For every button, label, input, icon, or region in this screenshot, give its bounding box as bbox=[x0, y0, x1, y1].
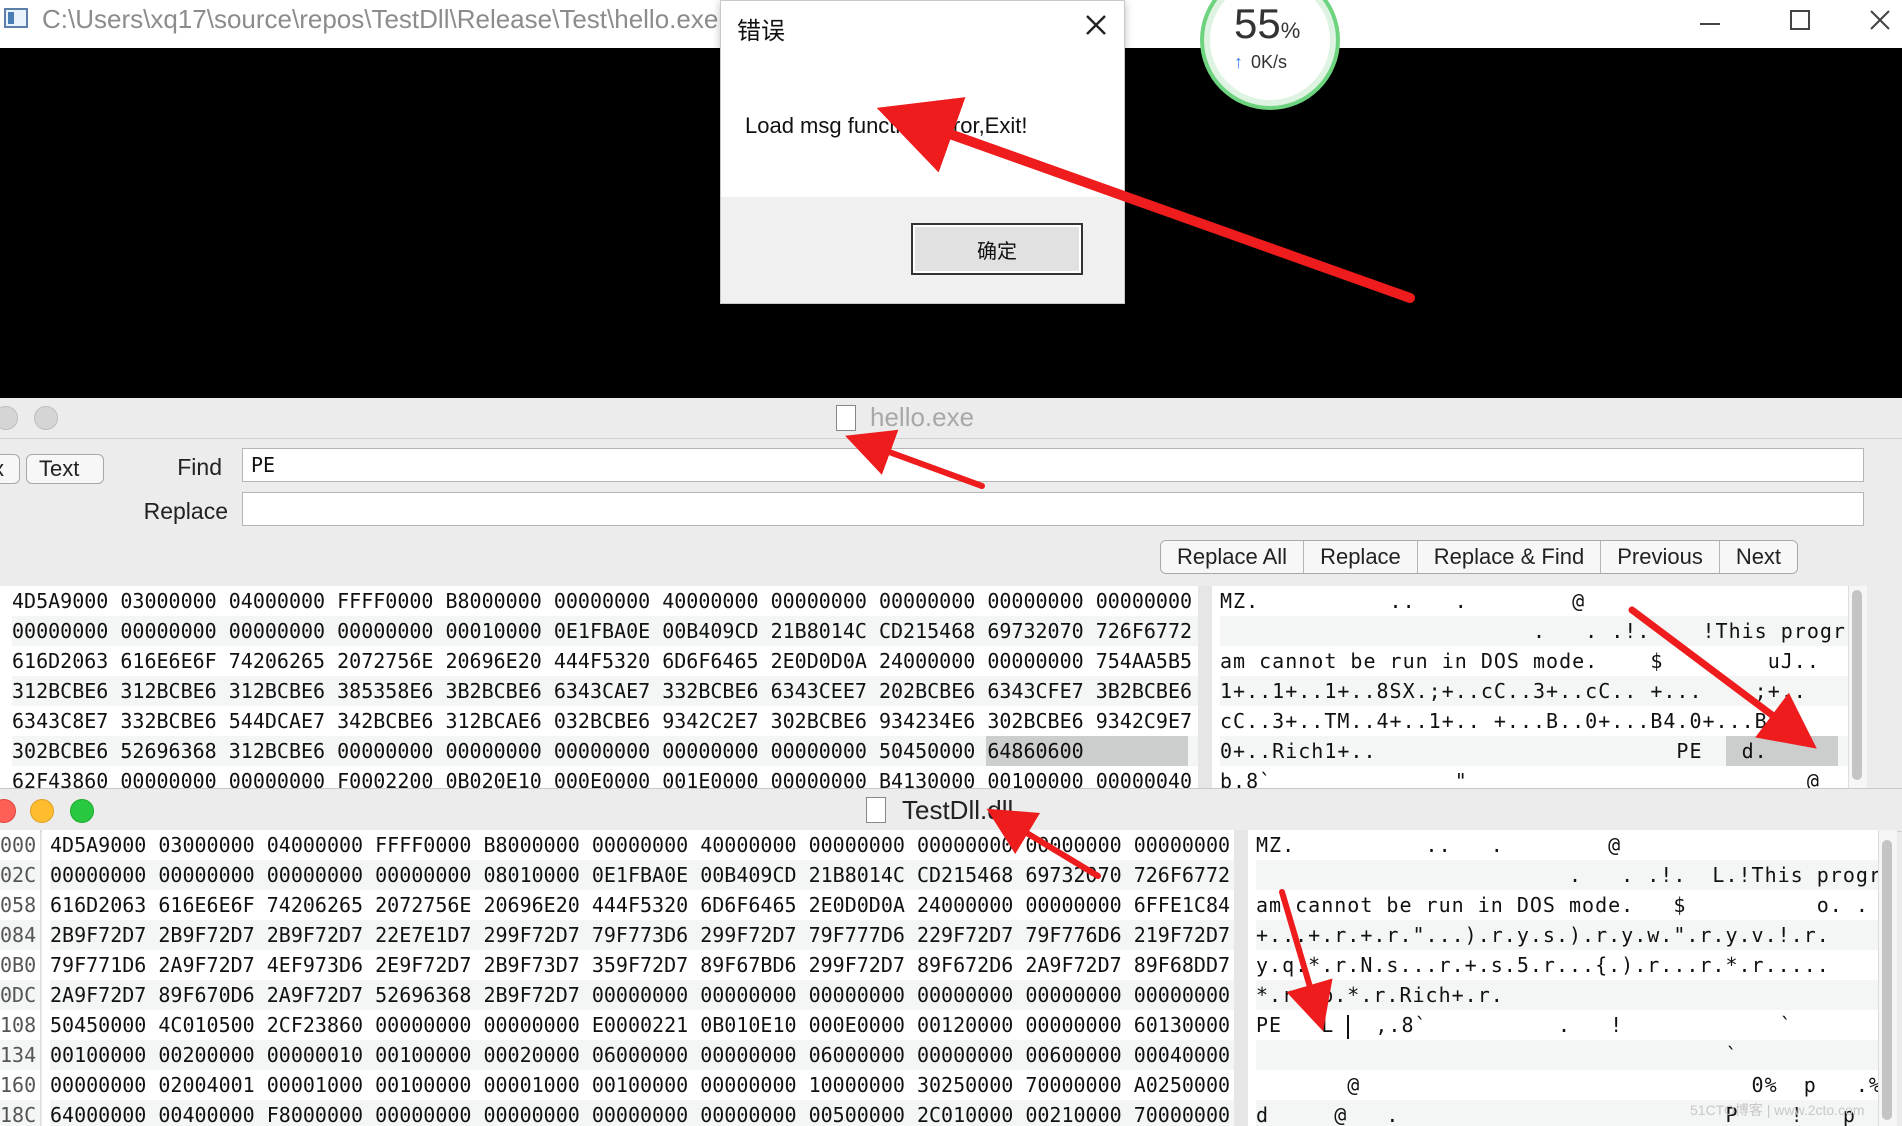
ascii-row: b.8` " @ bbox=[1220, 769, 1820, 788]
pe-match-highlight bbox=[986, 736, 1188, 766]
scroll-thumb[interactable] bbox=[1852, 590, 1862, 780]
offset-label: 134 bbox=[0, 1040, 40, 1070]
testdll-hex-pane[interactable]: 4D5A9000 03000000 04000000 FFFF0000 B800… bbox=[42, 830, 1234, 1126]
offset-label: 0B0 bbox=[0, 953, 37, 977]
ascii-row: @ 0% p .% bbox=[1256, 1073, 1878, 1097]
ascii-row: ` bbox=[1256, 1040, 1878, 1070]
offset-label: 02C bbox=[0, 860, 40, 890]
hex-row: 00000000 02004001 00001000 00100000 0000… bbox=[50, 1073, 1231, 1097]
dialog-close-button[interactable] bbox=[1082, 11, 1110, 39]
ascii-text-before-cursor: PE L bbox=[1256, 1013, 1348, 1037]
pane-divider[interactable] bbox=[1198, 586, 1212, 788]
ascii-row: 1+..1+..1+..8SX.;+..cC..3+..cC.. +... .;… bbox=[1220, 676, 1848, 706]
console-app-icon bbox=[4, 8, 28, 28]
ascii-row: am cannot be run in DOS mode. $ o. . bbox=[1256, 893, 1869, 917]
replace-all-button[interactable]: Replace All bbox=[1161, 541, 1305, 573]
testdll-ascii-pane[interactable]: MZ. .. . @ . . .!. L.!This progr am cann… bbox=[1248, 830, 1878, 1126]
offset-label: 058 bbox=[0, 893, 37, 917]
hex-row: 616D2063 616E6E6F 74206265 2072756E 2069… bbox=[50, 893, 1231, 917]
maximize-button[interactable] bbox=[1760, 0, 1840, 40]
error-dialog: 错误 Load msg function Error,Exit! 确定 bbox=[720, 0, 1125, 304]
traffic-light-close[interactable] bbox=[0, 799, 16, 823]
ascii-row: MZ. .. . @ bbox=[1220, 589, 1586, 613]
traffic-light-zoom[interactable] bbox=[70, 799, 94, 823]
mode-button-text[interactable]: Text bbox=[26, 454, 104, 484]
previous-button[interactable]: Previous bbox=[1601, 541, 1720, 573]
ascii-row: cC..3+..TM..4+..1+.. +...B..0+...B4.0+..… bbox=[1220, 709, 1794, 733]
replace-and-find-button[interactable]: Replace & Find bbox=[1417, 541, 1602, 573]
hex-row: 4D5A9000 03000000 04000000 FFFF0000 B800… bbox=[12, 589, 1193, 613]
offset-label: 18C bbox=[0, 1100, 40, 1126]
ascii-row: MZ. .. . @ bbox=[1256, 833, 1622, 857]
close-icon bbox=[1086, 15, 1106, 35]
ascii-row-cursor: PE L ,.8` . ! ` bbox=[1256, 1010, 1878, 1040]
dialog-title: 错误 bbox=[737, 17, 785, 45]
hello-titlebar: hello.exe bbox=[0, 398, 1902, 439]
hex-row-text: 302BCBE6 52696368 312BCBE6 00000000 0000… bbox=[12, 739, 1084, 763]
ascii-text-after-cursor: ,.8` . ! ` bbox=[1349, 1013, 1793, 1037]
hello-window-title: hello.exe bbox=[870, 402, 975, 432]
speed-percent: 55% bbox=[1234, 0, 1301, 47]
minimize-button[interactable] bbox=[1670, 0, 1750, 40]
pe-ascii-highlight bbox=[1726, 736, 1838, 766]
offset-label: 0DC bbox=[0, 980, 40, 1010]
dialog-footer: 确定 bbox=[721, 197, 1124, 303]
testdll-window-title: TestDll.dll bbox=[902, 795, 1014, 825]
ascii-row: +...+.r.+.r."...).r.y.s.).r.y.w.".r.y.v.… bbox=[1256, 920, 1878, 950]
ascii-row: . . .!. !This progr bbox=[1220, 616, 1848, 646]
upload-arrow-icon: ↑ bbox=[1234, 52, 1243, 72]
testdll-scrollbar[interactable] bbox=[1878, 830, 1897, 1126]
next-button[interactable]: Next bbox=[1719, 541, 1798, 573]
mode-button-hex[interactable]: x bbox=[0, 454, 20, 484]
offset-label: 000 bbox=[0, 833, 37, 857]
find-label: Find bbox=[177, 454, 222, 480]
hello-scrollbar[interactable] bbox=[1848, 586, 1867, 788]
offset-label: 160 bbox=[0, 1073, 37, 1097]
hex-row: 79F771D6 2A9F72D7 4EF973D6 2E9F72D7 2B9F… bbox=[50, 953, 1231, 977]
hex-row: 00000000 00000000 00000000 00000000 0001… bbox=[12, 616, 1198, 646]
offset-column: 000 02C 058 084 0B0 0DC 108 134 160 18C bbox=[0, 830, 41, 1126]
document-icon bbox=[866, 797, 886, 823]
traffic-light-minimize[interactable] bbox=[30, 799, 54, 823]
ok-button[interactable]: 确定 bbox=[911, 223, 1083, 275]
hex-row: 00000000 00000000 00000000 00000000 0801… bbox=[50, 860, 1234, 890]
replace-label: Replace bbox=[143, 498, 228, 524]
ascii-row: am cannot be run in DOS mode. $ uJ.. bbox=[1220, 649, 1820, 673]
hex-row: 62F43860 00000000 00000000 F0002200 0B02… bbox=[12, 769, 1193, 788]
hello-exe-window: hello.exe x Text Find PE Replace Replace… bbox=[0, 398, 1902, 788]
pane-divider[interactable] bbox=[1234, 830, 1248, 1126]
document-icon bbox=[836, 405, 856, 431]
hex-row: 2B9F72D7 2B9F72D7 2B9F72D7 22E7E1D7 299F… bbox=[50, 920, 1234, 950]
minimize-icon bbox=[1700, 23, 1720, 25]
speed-rate: ↑ 0K/s bbox=[1234, 52, 1288, 72]
find-input[interactable]: PE bbox=[242, 448, 1864, 482]
offset-label: 084 bbox=[0, 920, 40, 950]
watermark: 51CTO博客 | www.2cto.com bbox=[1690, 1102, 1865, 1118]
hex-row: 616D2063 616E6E6F 74206265 2072756E 2069… bbox=[12, 649, 1193, 673]
hex-row: 4D5A9000 03000000 04000000 FFFF0000 B800… bbox=[50, 833, 1231, 857]
close-button[interactable] bbox=[1840, 0, 1902, 40]
hex-row: 312BCBE6 312BCBE6 312BCBE6 385358E6 3B2B… bbox=[12, 676, 1198, 706]
scroll-thumb[interactable] bbox=[1882, 840, 1892, 1120]
ascii-row: y.q.*.r.N.s...r.+.s.5.r...{.).r...r.*.r.… bbox=[1256, 953, 1830, 977]
close-icon bbox=[1870, 10, 1890, 30]
ascii-row: . . .!. L.!This progr bbox=[1256, 860, 1878, 890]
replace-input[interactable] bbox=[242, 492, 1864, 526]
hex-row: 2A9F72D7 89F670D6 2A9F72D7 52696368 2B9F… bbox=[50, 980, 1234, 1010]
testdll-titlebar: TestDll.dll bbox=[0, 788, 1902, 832]
hex-row: 64000000 00400000 F8000000 00000000 0000… bbox=[50, 1100, 1234, 1126]
traffic-light-minimize[interactable] bbox=[34, 406, 58, 430]
hex-row: 00100000 00200000 00000010 00100000 0002… bbox=[50, 1040, 1234, 1070]
hex-row: 6343C8E7 332BCBE6 544DCAE7 342BCBE6 312B… bbox=[12, 709, 1193, 733]
dialog-message: Load msg function Error,Exit! bbox=[745, 113, 1028, 138]
testdll-window: TestDll.dll 000 02C 058 084 0B0 0DC 108 … bbox=[0, 788, 1902, 1126]
replace-button[interactable]: Replace bbox=[1304, 541, 1418, 573]
offset-label: 108 bbox=[0, 1013, 37, 1037]
console-window-title: C:\Users\xq17\source\repos\TestDll\Relea… bbox=[42, 4, 719, 34]
hex-row: 50450000 4C010500 2CF23860 00000000 0000… bbox=[50, 1013, 1231, 1037]
traffic-light-close[interactable] bbox=[0, 406, 18, 430]
find-replace-buttons: Replace All Replace Replace & Find Previ… bbox=[1160, 540, 1799, 574]
maximize-icon bbox=[1790, 10, 1810, 30]
ascii-row: *.r..p.*.r.Rich+.r. bbox=[1256, 980, 1878, 1010]
